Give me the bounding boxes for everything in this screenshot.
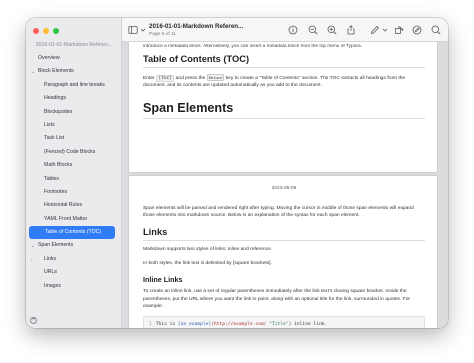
sidebar-item[interactable]: › Links [26, 253, 122, 266]
sidebar-item-label: Headings [44, 95, 66, 102]
heading-rule [143, 239, 425, 241]
page-date: 2023-05-09 [271, 186, 297, 191]
sidebar-item[interactable]: Images [26, 280, 122, 293]
rotate-icon[interactable] [394, 25, 404, 35]
heading-links: Links [143, 226, 168, 237]
body-text: introduce a metadata block. Alternativel… [143, 44, 363, 49]
sidebar-item-label: Footnotes [44, 188, 68, 195]
sidebar-item-label: Task List [44, 135, 65, 142]
sidebar-item[interactable]: Horizontal Rules [26, 199, 122, 212]
toolbar: 2016-01-01-Markdown Referen... Page 6 of… [122, 18, 448, 42]
page-indicator: Page 6 of 11 [149, 32, 176, 37]
code-token: This is [155, 322, 178, 328]
sidebar-item[interactable]: (Fenced) Code Blocks [26, 146, 122, 159]
intro-paragraph: Span elements will be parsed and rendere… [143, 206, 414, 219]
sidebar-item-label: Blockquotes [44, 108, 73, 115]
sidebar-item[interactable]: ⌄ Span Elements [26, 239, 122, 252]
zoom-window-button[interactable] [53, 28, 59, 34]
sidebar-item[interactable]: Overview [26, 52, 122, 65]
sidebar-item-label: Span Elements [38, 242, 74, 249]
sidebar-item[interactable]: Headings [26, 92, 122, 105]
links-paragraph: Markdown supports two styles of links: i… [143, 247, 273, 253]
sidebar-item-label: Paragraph and line breaks [44, 81, 105, 88]
sidebar-item-label: YAML Front Matter [44, 215, 88, 222]
sidebar-icon[interactable] [128, 25, 138, 35]
share-icon[interactable] [346, 25, 356, 35]
sidebar-item[interactable]: Paragraph and line breaks [26, 79, 122, 92]
zoom-out-icon[interactable] [308, 25, 318, 35]
sidebar-item-label: Images [44, 282, 62, 289]
code-token: ) inline link. [288, 322, 328, 328]
pdf-page: 2023-05-09 Span elements will be parsed … [129, 176, 437, 328]
text-run: Enter [143, 75, 157, 81]
key-label: Return [206, 73, 225, 81]
code-token: (http://example.com/ [211, 322, 267, 328]
text-run: and press the [174, 75, 207, 81]
sidebar-item[interactable]: Math Blocks [26, 159, 122, 172]
sidebar-item[interactable]: YAML Front Matter [26, 213, 122, 226]
close-window-button[interactable] [33, 28, 39, 34]
heading-rule [143, 67, 425, 68]
window-controls [33, 28, 59, 34]
sidebar-item-label: Tables [44, 175, 59, 182]
sidebar-item-label: Math Blocks [44, 162, 73, 169]
chevron-icon[interactable]: › [31, 253, 33, 266]
info-icon[interactable] [288, 25, 298, 35]
code-token: 1 [149, 322, 152, 328]
sidebar-item-label: Horizontal Rules [44, 202, 83, 209]
sidebar-item-label: (Fenced) Code Blocks [44, 148, 96, 155]
markup-pen-icon[interactable] [370, 25, 380, 35]
chevron-icon[interactable]: ⌄ [31, 239, 35, 252]
heading-inline-links: Inline Links [143, 275, 183, 285]
heading-span-elements: Span Elements [143, 101, 234, 116]
search-icon[interactable] [431, 25, 441, 35]
zoom-in-icon[interactable] [327, 25, 337, 35]
sidebar-item[interactable]: Table of Contents (TOC) [29, 226, 115, 240]
code-block: 1 This is [an example](http://example.com… [143, 316, 425, 328]
sidebar-item[interactable]: Task List [26, 132, 122, 145]
chevron-icon[interactable]: ⌄ [31, 65, 35, 78]
sidebar-item-label: Table of Contents (TOC) [45, 229, 102, 236]
toc-paragraph: Enter [toc] and press the Return key to … [143, 73, 425, 90]
sidebar-item[interactable]: Lists [26, 119, 122, 132]
sidebar-item-label: Overview [38, 55, 60, 61]
sidebar-item[interactable]: Tables [26, 173, 122, 186]
annotate-icon[interactable] [412, 25, 422, 35]
outline-list: Overview ⌄ Block Elements Paragraph and lin… [26, 52, 122, 293]
sidebar-item[interactable]: Blockquotes [26, 106, 122, 119]
chevron-down-icon[interactable] [380, 25, 388, 35]
sidebar-item-label: URLs [44, 269, 57, 276]
sidebar-item[interactable]: URLs [26, 266, 122, 279]
inline-code: [toc] [156, 74, 175, 82]
minimize-window-button[interactable] [43, 28, 49, 34]
code-line: 1 This is [an example](http://example.com… [149, 321, 419, 328]
sidebar-item[interactable]: ⌄ Block Elements [26, 65, 122, 78]
sidebar: 2016-01-01-Markdown Referen... Overview ⌄… [26, 18, 122, 328]
sidebar-item[interactable]: Footnotes [26, 186, 122, 199]
sidebar-item-label: Links [44, 255, 57, 262]
chevron-down-icon[interactable] [138, 25, 146, 35]
sidebar-file-name: 2016-01-01-Markdown Referen... [35, 42, 113, 48]
sidebar-item-label: Block Elements [38, 68, 74, 75]
code-token: [an example] [177, 322, 212, 328]
links-paragraph: In both styles, the link text is delimit… [143, 260, 272, 266]
document-title: 2016-01-01-Markdown Referen... [149, 23, 244, 30]
app-window: 2016-01-01-Markdown Referen... Overview ⌄… [26, 18, 448, 328]
add-button[interactable]: + [30, 317, 37, 324]
pdf-page: introduce a metadata block. Alternativel… [129, 42, 437, 172]
inline-links-paragraph: To create an inline link, use a set of r… [143, 289, 411, 310]
document-viewer[interactable]: introduce a metadata block. Alternativel… [122, 42, 448, 328]
heading-toc: Table of Contents (TOC) [143, 54, 250, 64]
heading-rule [143, 118, 425, 119]
sidebar-item-label: Lists [44, 121, 55, 128]
code-token: "Title" [266, 322, 289, 328]
